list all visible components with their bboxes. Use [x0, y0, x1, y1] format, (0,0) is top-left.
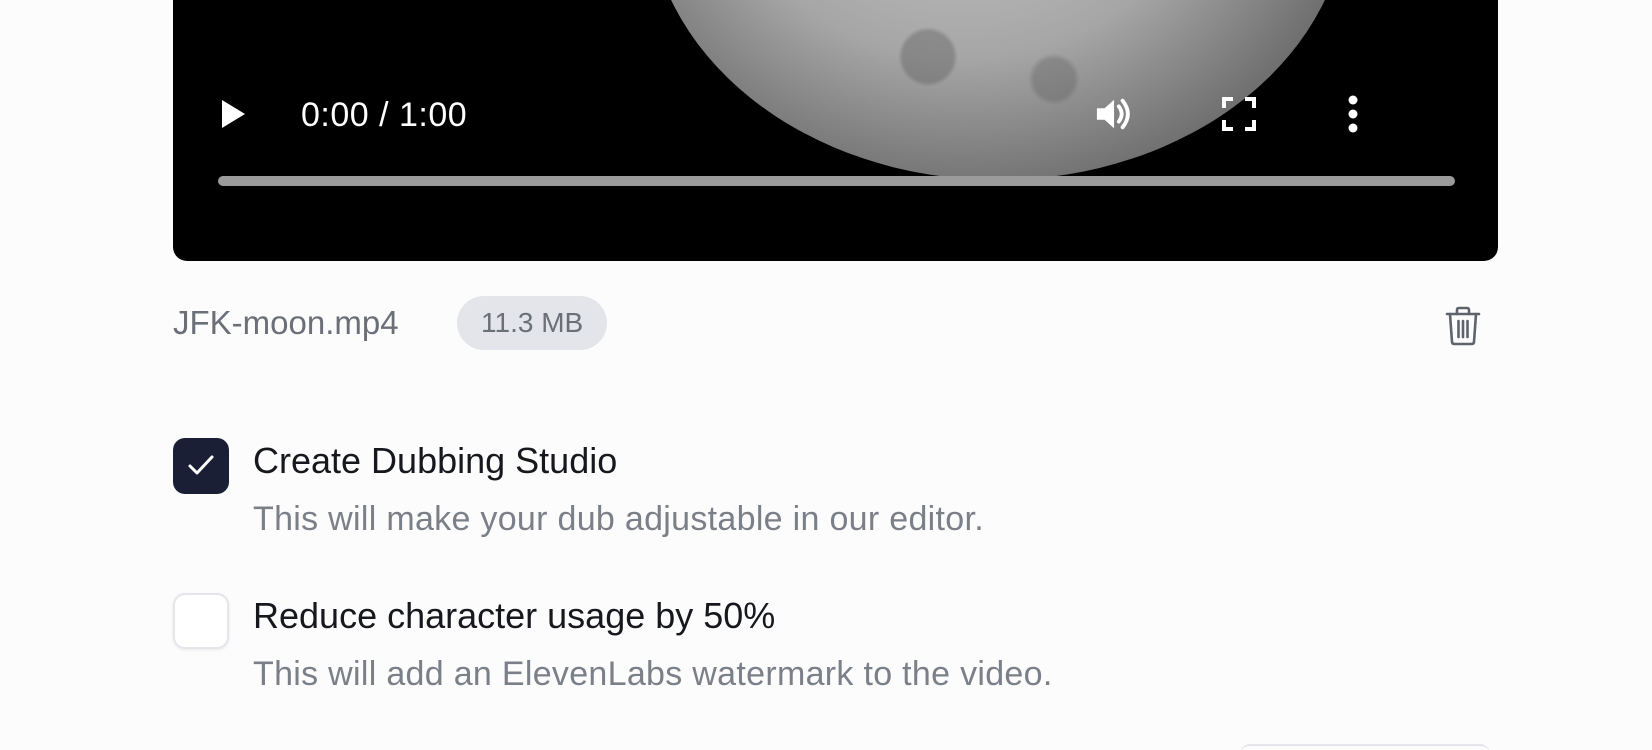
more-vertical-icon[interactable] [1333, 94, 1373, 134]
file-size-badge: 11.3 MB [457, 296, 608, 350]
option-title: Reduce character usage by 50% [253, 595, 776, 636]
option-description: This will make your dub adjustable in ou… [253, 500, 984, 538]
checkmark-icon [188, 455, 214, 475]
create-dubbing-studio-checkbox[interactable] [173, 438, 229, 494]
dubbing-upload-panel: 0:00 / 1:00 JFK-moon.mp4 11.3 MB Create … [0, 0, 1652, 750]
video-player[interactable]: 0:00 / 1:00 [173, 0, 1498, 261]
file-info-row: JFK-moon.mp4 11.3 MB [173, 296, 1498, 352]
fullscreen-icon[interactable] [1219, 94, 1259, 134]
delete-file-button[interactable] [1441, 304, 1485, 348]
play-icon[interactable] [213, 94, 253, 134]
video-time-display: 0:00 / 1:00 [301, 96, 468, 134]
volume-icon[interactable] [1095, 94, 1135, 134]
option-description: This will add an ElevenLabs watermark to… [253, 655, 1053, 693]
option-title: Create Dubbing Studio [253, 440, 618, 481]
reduce-character-usage-checkbox[interactable] [173, 593, 229, 649]
file-name: JFK-moon.mp4 [173, 304, 399, 341]
trash-icon [1445, 306, 1481, 346]
video-controls: 0:00 / 1:00 [173, 80, 1498, 150]
next-button-edge[interactable] [1240, 744, 1490, 750]
video-progress-bar[interactable] [218, 176, 1455, 186]
